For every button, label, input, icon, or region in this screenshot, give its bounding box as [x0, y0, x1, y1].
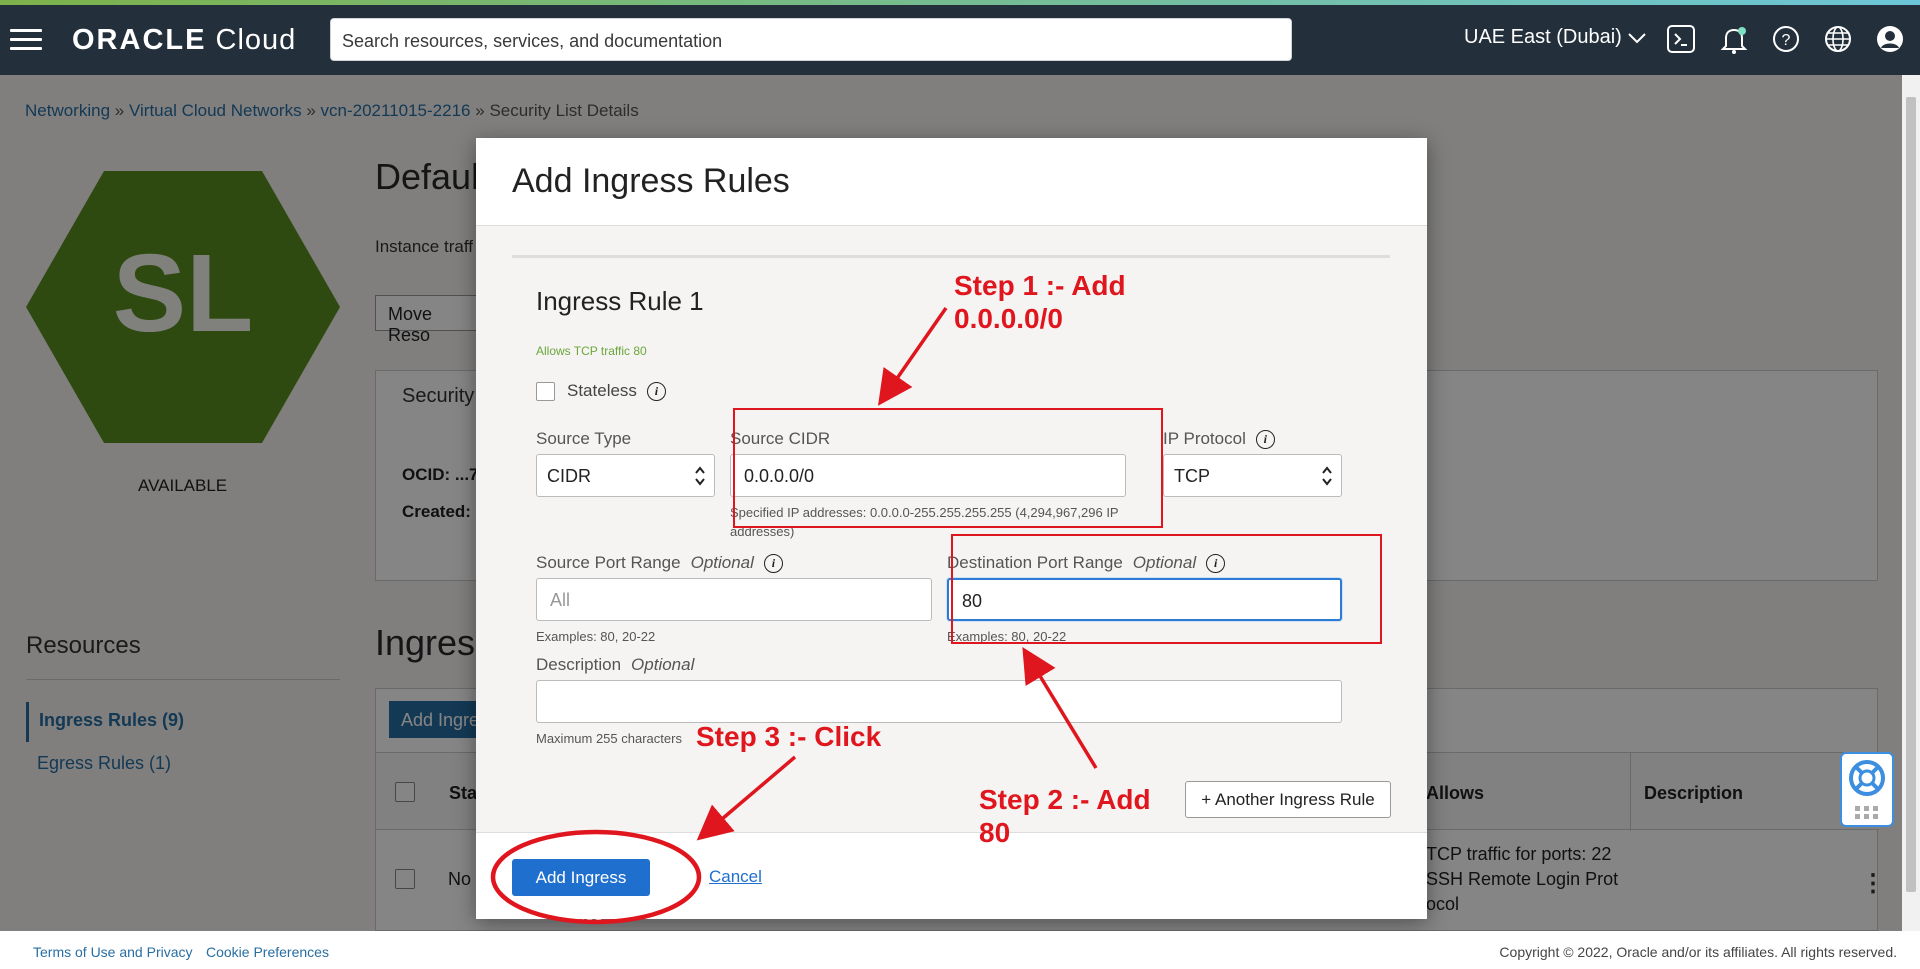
dialog-header: Add Ingress Rules	[476, 138, 1427, 226]
page-scrollbar[interactable]	[1902, 75, 1920, 931]
user-profile-icon[interactable]	[1875, 24, 1905, 54]
source-port-placeholder: All	[550, 590, 571, 610]
top-navigation-bar: ORACLE Cloud Search resources, services,…	[0, 0, 1920, 75]
language-globe-icon[interactable]	[1823, 24, 1853, 54]
step-2-annotation: Step 2 :- Add 80	[979, 784, 1151, 848]
select-arrows-icon	[695, 466, 705, 486]
add-ingress-rules-dialog: Add Ingress Rules Ingress Rule 1 Allows …	[476, 138, 1427, 924]
drag-handle-icon[interactable]	[1842, 804, 1892, 824]
oracle-cloud-logo[interactable]: ORACLE Cloud	[72, 24, 296, 57]
svg-text:?: ?	[1782, 32, 1791, 49]
ip-protocol-label: IP Protocol i	[1163, 429, 1275, 450]
cloud-shell-icon[interactable]	[1666, 24, 1696, 54]
select-arrows-icon	[1322, 466, 1332, 486]
info-icon[interactable]: i	[1255, 430, 1275, 450]
source-port-range-input[interactable]: All	[536, 578, 932, 621]
info-icon[interactable]: i	[646, 382, 666, 402]
dialog-body: Ingress Rule 1 Allows TCP traffic 80 Sta…	[476, 226, 1427, 832]
copyright-text: Copyright © 2022, Oracle and/or its affi…	[1499, 944, 1897, 960]
help-icon[interactable]: ?	[1771, 24, 1801, 54]
chevron-down-icon	[1628, 33, 1646, 44]
source-type-value: CIDR	[547, 466, 591, 486]
source-port-range-label: Source Port Range Optional i	[536, 553, 783, 574]
stateless-label: Stateless	[567, 381, 637, 400]
region-selector[interactable]: UAE East (Dubai)	[1464, 26, 1646, 49]
search-input[interactable]: Search resources, services, and document…	[330, 18, 1292, 61]
source-type-label: Source Type	[536, 429, 632, 448]
stateless-checkbox[interactable]	[536, 382, 555, 402]
search-placeholder: Search resources, services, and document…	[342, 31, 723, 51]
cookie-preferences-link[interactable]: Cookie Preferences	[206, 944, 329, 960]
source-port-hint: Examples: 80, 20-22	[536, 629, 656, 644]
notifications-bell-icon[interactable]	[1719, 24, 1749, 54]
source-type-select[interactable]: CIDR	[536, 454, 715, 497]
another-ingress-rule-button[interactable]: + Another Ingress Rule	[1185, 781, 1391, 818]
lifebuoy-icon	[1849, 760, 1885, 796]
terms-of-use-link[interactable]: Terms of Use and Privacy	[33, 944, 193, 960]
add-ingress-rules-submit-button[interactable]: Add Ingress Rules	[512, 859, 650, 924]
help-widget[interactable]	[1840, 752, 1894, 827]
hamburger-menu-icon[interactable]	[10, 29, 42, 50]
rule-title: Ingress Rule 1	[536, 286, 704, 316]
scrollbar-thumb[interactable]	[1906, 97, 1916, 892]
rule-summary: Allows TCP traffic 80	[536, 344, 647, 358]
description-hint: Maximum 255 characters	[536, 731, 682, 746]
step-3-annotation: Step 3 :- Click	[696, 721, 882, 752]
page-footer: Terms of Use and Privacy Cookie Preferen…	[0, 931, 1920, 969]
source-cidr-highlight-box	[733, 408, 1163, 528]
dialog-title: Add Ingress Rules	[512, 162, 790, 200]
step-1-annotation: Step 1 :- Add 0.0.0.0/0	[954, 270, 1126, 334]
brand-accent-stripe	[0, 0, 1920, 5]
cancel-link[interactable]: Cancel	[709, 867, 762, 887]
info-icon[interactable]: i	[763, 554, 783, 574]
dialog-footer: Add Ingress Rules Cancel	[476, 832, 1427, 924]
description-label: Description Optional	[536, 655, 695, 674]
description-input[interactable]	[536, 680, 1342, 723]
destination-port-highlight-box	[951, 534, 1382, 644]
ip-protocol-value: TCP	[1174, 466, 1210, 486]
stateless-option[interactable]: Stateless i	[536, 381, 666, 402]
ip-protocol-select[interactable]: TCP	[1163, 454, 1342, 497]
